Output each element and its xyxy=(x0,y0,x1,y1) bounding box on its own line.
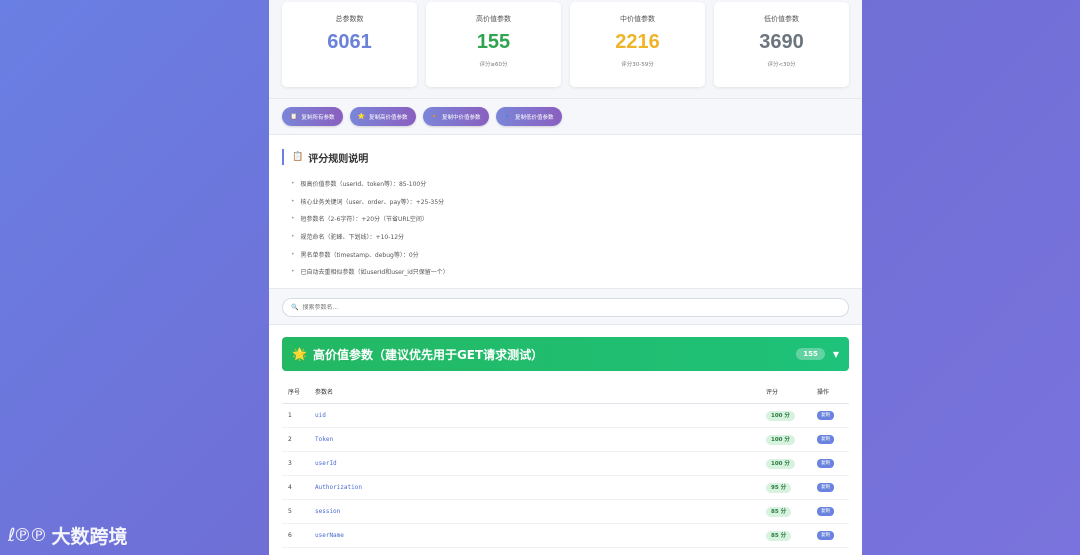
clipboard-icon: 📋 xyxy=(290,114,298,120)
button-label: 复制中价值参数 xyxy=(441,114,481,121)
list-item: • 短参数名（2-6字符）：+20分（节省URL空间） xyxy=(291,215,428,224)
blue-diamond-icon: 🔹 xyxy=(503,114,511,120)
chevron-down-icon[interactable]: ▼ xyxy=(833,350,839,359)
column-header: 参数名 xyxy=(315,381,766,404)
watermark-text: 大数跨境 xyxy=(51,526,128,548)
rules-heading: 📋 评分规则说明 xyxy=(282,149,849,165)
table-row: 5 session 85 分 复制 xyxy=(282,499,849,524)
row-index: 2 xyxy=(282,427,315,452)
list-item: • 已自动去重相似参数（如userId和user_id只保留一个） xyxy=(291,268,449,277)
search-box[interactable]: 🔍 xyxy=(282,298,849,317)
scoring-rules: 📋 评分规则说明 • 极高价值参数（userId、token等）：85-100分 … xyxy=(269,135,862,289)
stat-value: 3690 xyxy=(759,31,804,53)
param-name: uid xyxy=(315,403,766,428)
count-badge: 155 xyxy=(796,348,825,360)
watermark-logo: ℓ℗℗ xyxy=(8,525,47,546)
param-name: Authorization xyxy=(315,475,766,500)
rules-list: • 极高价值参数（userId、token等）：85-100分 • 核心业务关键词（… xyxy=(282,175,849,281)
score-badge: 85 分 xyxy=(766,507,792,517)
row-index: 4 xyxy=(282,475,315,500)
button-label: 复制所有参数 xyxy=(301,114,335,121)
list-item: • 核心业务关键词（user、order、pay等）：+25-35分 xyxy=(291,197,445,206)
search-icon: 🔍 xyxy=(291,304,299,311)
column-header: 评分 xyxy=(766,381,817,404)
list-item: • 黑名单参数（timestamp、debug等）：0分 xyxy=(291,250,419,259)
stat-sub: 评分<30分 xyxy=(767,62,796,68)
high-value-section: 🌟 高价值参数（建议优先用于GET请求测试） 155 ▼ 序号 参数名 评分 操… xyxy=(269,325,862,555)
stat-label: 中价值参数 xyxy=(620,15,655,23)
row-index: 1 xyxy=(282,403,315,428)
copy-row-button[interactable]: 复制 xyxy=(817,434,834,444)
stat-value: 2216 xyxy=(615,31,660,53)
search-input[interactable] xyxy=(302,304,840,311)
table-row: 2 Token 100 分 复制 xyxy=(282,427,849,452)
search-bar: 🔍 xyxy=(269,289,862,325)
param-name: session xyxy=(315,499,766,524)
copy-button-bar: 📋 复制所有参数 ⭐ 复制高价值参数 🔸 复制中价值参数 🔹 复制低价值参数 xyxy=(269,99,862,135)
score-badge: 100 分 xyxy=(766,435,795,445)
stat-sub: 评分30-59分 xyxy=(621,62,654,68)
table-row: 3 userId 100 分 复制 xyxy=(282,451,849,476)
button-label: 复制高价值参数 xyxy=(368,114,408,121)
score-badge: 100 分 xyxy=(766,459,795,469)
stat-value: 155 xyxy=(476,31,511,53)
param-name: Token xyxy=(315,427,766,452)
copy-row-button[interactable]: 复制 xyxy=(817,482,834,492)
clipboard-icon: 📋 xyxy=(292,152,304,162)
section-title: 高价值参数（建议优先用于GET请求测试） xyxy=(312,347,544,362)
param-name: userId xyxy=(315,451,766,476)
stat-value: 6061 xyxy=(327,31,372,53)
column-header: 序号 xyxy=(282,381,315,404)
copy-high-button[interactable]: ⭐ 复制高价值参数 xyxy=(349,107,416,126)
stat-sub: 评分≥60分 xyxy=(479,62,508,68)
copy-row-button[interactable]: 复制 xyxy=(817,530,834,540)
orange-diamond-icon: 🔸 xyxy=(430,114,438,120)
score-badge: 100 分 xyxy=(766,411,795,421)
copy-medium-button[interactable]: 🔸 复制中价值参数 xyxy=(422,107,489,126)
stats-row: 总参数数 6061 高价值参数 155 评分≥60分 中价值参数 2216 评分… xyxy=(269,0,862,99)
stat-card-total: 总参数数 6061 xyxy=(282,2,417,87)
stat-label: 低价值参数 xyxy=(764,15,799,23)
stat-card-high: 高价值参数 155 评分≥60分 xyxy=(426,2,561,87)
copy-low-button[interactable]: 🔹 复制低价值参数 xyxy=(495,107,562,126)
stat-card-low: 低价值参数 3690 评分<30分 xyxy=(714,2,849,87)
list-item: • 规范命名（驼峰、下划线）：+10-12分 xyxy=(291,233,405,242)
column-header: 操作 xyxy=(817,381,849,404)
stat-label: 高价值参数 xyxy=(476,15,511,23)
rules-title: 评分规则说明 xyxy=(308,153,369,165)
row-index: 5 xyxy=(282,499,315,524)
copy-row-button[interactable]: 复制 xyxy=(817,458,834,468)
section-header[interactable]: 🌟 高价值参数（建议优先用于GET请求测试） 155 ▼ xyxy=(282,337,849,371)
glowing-star-icon: 🌟 xyxy=(292,347,307,361)
stat-card-medium: 中价值参数 2216 评分30-59分 xyxy=(570,2,705,87)
copy-row-button[interactable]: 复制 xyxy=(817,410,834,420)
button-label: 复制低价值参数 xyxy=(514,114,554,121)
score-badge: 85 分 xyxy=(766,531,792,541)
row-index: 6 xyxy=(282,523,315,548)
table-row: 1 uid 100 分 复制 xyxy=(282,403,849,428)
watermark: ℓ℗℗ 大数跨境 xyxy=(8,522,127,549)
list-item: • 极高价值参数（userId、token等）：85-100分 xyxy=(291,180,427,189)
param-table: 序号 参数名 评分 操作 1 uid 100 分 复制 2 Token 100 … xyxy=(282,381,849,548)
star-icon: ⭐ xyxy=(357,114,365,120)
param-name: userName xyxy=(315,523,766,548)
stat-label: 总参数数 xyxy=(335,15,364,23)
score-badge: 95 分 xyxy=(766,483,792,493)
table-header-row: 序号 参数名 评分 操作 xyxy=(282,381,849,404)
main-panel: 总参数数 6061 高价值参数 155 评分≥60分 中价值参数 2216 评分… xyxy=(269,0,862,555)
copy-row-button[interactable]: 复制 xyxy=(817,506,834,516)
table-row: 4 Authorization 95 分 复制 xyxy=(282,475,849,500)
row-index: 3 xyxy=(282,451,315,476)
table-row: 6 userName 85 分 复制 xyxy=(282,523,849,548)
copy-all-button[interactable]: 📋 复制所有参数 xyxy=(282,107,343,126)
